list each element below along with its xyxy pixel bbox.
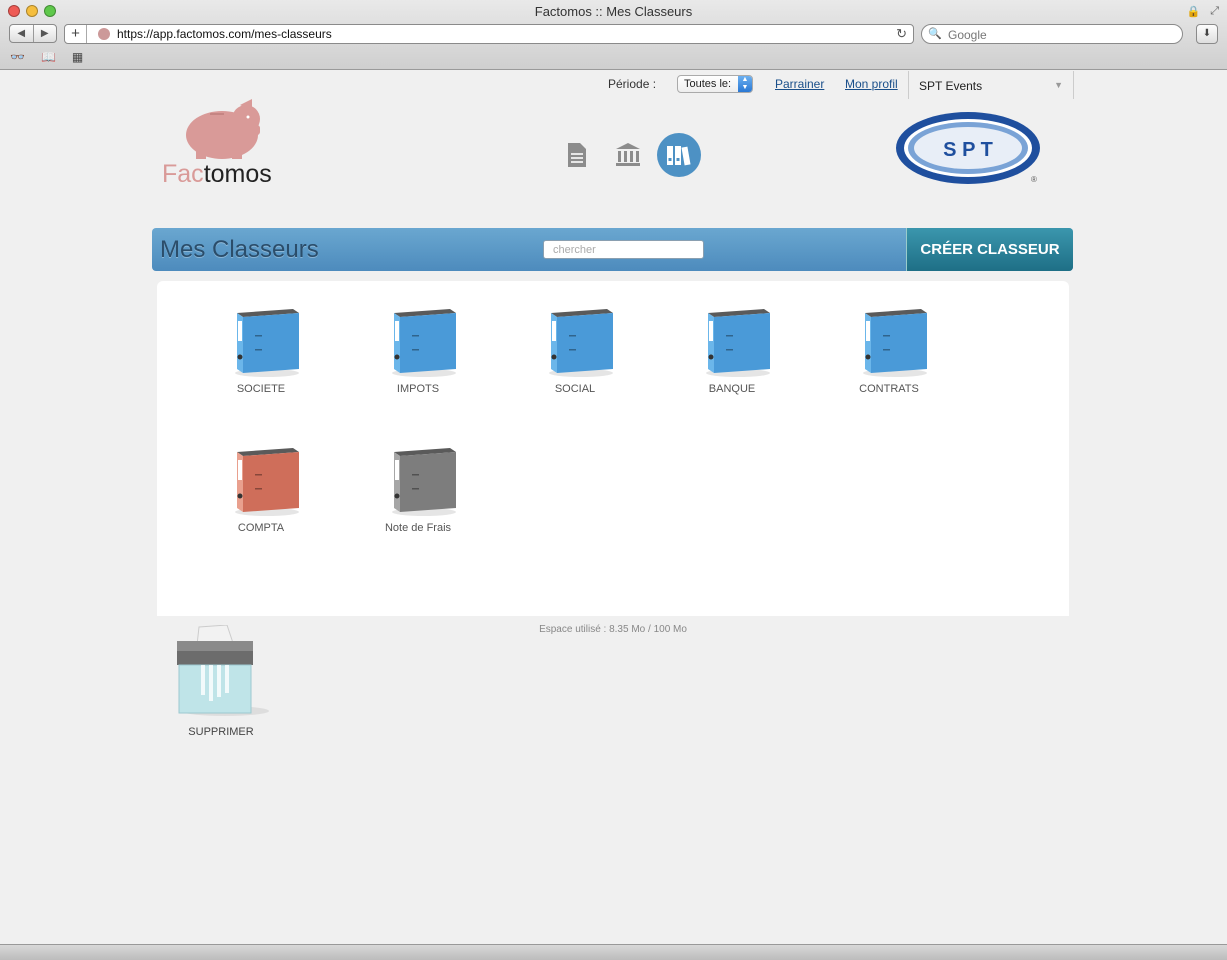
svg-text:®: ® bbox=[1031, 175, 1037, 184]
address-bar[interactable]: + https://app.factomos.com/mes-classeurs… bbox=[64, 24, 914, 44]
favicon-icon bbox=[98, 28, 110, 40]
binder-icon bbox=[235, 309, 299, 377]
fullscreen-icon[interactable]: ⤢ bbox=[1210, 5, 1219, 18]
binders-panel: SOCIETE IMPOTS SOCIAL BANQUE CONTRATS COMPTA N… bbox=[157, 281, 1069, 616]
back-button[interactable]: ◀ bbox=[10, 25, 34, 42]
lock-icon: 🔒 bbox=[1186, 6, 1201, 18]
binder-icon bbox=[706, 309, 770, 377]
company-select[interactable]: SPT Events ▼ bbox=[908, 71, 1074, 99]
create-binder-button[interactable]: CRÉER CLASSEUR bbox=[906, 228, 1073, 271]
page-title: Mes Classeurs bbox=[160, 236, 319, 263]
url-text[interactable]: https://app.factomos.com/mes-classeurs bbox=[117, 27, 332, 41]
binder-label: COMPTA bbox=[237, 522, 285, 534]
period-label: Période : bbox=[608, 77, 657, 91]
binder-item[interactable]: Note de Frais bbox=[368, 446, 468, 534]
delete-shredder[interactable]: SUPPRIMER bbox=[166, 624, 276, 738]
logo-wordmark: Factomos bbox=[162, 160, 272, 188]
profile-link[interactable]: Mon profil bbox=[845, 77, 898, 91]
binder-label: BANQUE bbox=[708, 383, 756, 395]
binder-label: SOCIAL bbox=[554, 383, 596, 395]
downloads-button[interactable]: ⬇ bbox=[1196, 24, 1218, 44]
binder-icon bbox=[235, 448, 299, 516]
invoices-nav-button[interactable] bbox=[555, 133, 599, 177]
bookmarks-icon[interactable]: 📖 bbox=[41, 50, 56, 64]
binder-item[interactable]: BANQUE bbox=[682, 307, 782, 395]
bank-icon bbox=[616, 143, 640, 166]
document-icon bbox=[568, 143, 586, 167]
binder-item[interactable]: SOCIAL bbox=[525, 307, 625, 395]
piggy-bank-icon bbox=[186, 99, 260, 161]
search-input[interactable] bbox=[543, 240, 704, 259]
binder-label: IMPOTS bbox=[396, 383, 440, 395]
shredder-icon bbox=[177, 624, 269, 716]
binder-label: Note de Frais bbox=[384, 522, 452, 534]
binder-icon bbox=[392, 309, 456, 377]
reading-list-icon[interactable]: 👓 bbox=[10, 50, 25, 64]
search-icon: 🔍 bbox=[928, 28, 942, 40]
period-select[interactable]: Toutes le: ▲ ▼ bbox=[677, 75, 753, 93]
binder-icon bbox=[863, 309, 927, 377]
window-title: Factomos :: Mes Classeurs bbox=[534, 4, 693, 19]
binders-icon bbox=[667, 146, 691, 166]
top-sites-icon[interactable]: ▦ bbox=[72, 50, 83, 64]
select-arrows-icon: ▲ ▼ bbox=[738, 76, 752, 92]
binder-item[interactable]: CONTRATS bbox=[839, 307, 939, 395]
binder-item[interactable]: COMPTA bbox=[211, 446, 311, 534]
company-logo: S P T ® bbox=[894, 109, 1044, 194]
browser-status-bar bbox=[0, 944, 1227, 960]
reload-icon[interactable]: ↻ bbox=[896, 26, 907, 42]
back-forward-buttons: ◀ ▶ bbox=[9, 24, 57, 43]
binder-icon bbox=[549, 309, 613, 377]
browser-chrome: Factomos :: Mes Classeurs 🔒 ⤢ ◀ ▶ + http… bbox=[0, 0, 1227, 70]
chevron-down-icon: ▼ bbox=[1054, 80, 1063, 90]
browser-search-field[interactable]: 🔍 Google bbox=[921, 24, 1183, 44]
binder-icon bbox=[392, 448, 456, 516]
parrainer-link[interactable]: Parrainer bbox=[775, 77, 824, 91]
bookmarks-bar: 👓 📖 ▦ bbox=[10, 50, 83, 64]
svg-text:S P T: S P T bbox=[943, 139, 993, 161]
add-bookmark-button[interactable]: + bbox=[65, 25, 87, 43]
binder-item[interactable]: SOCIETE bbox=[211, 307, 311, 395]
binder-label: CONTRATS bbox=[859, 383, 919, 395]
bank-nav-button[interactable] bbox=[606, 133, 650, 177]
binders-nav-button[interactable] bbox=[657, 133, 701, 177]
storage-usage: Espace utilisé : 8.35 Mo / 100 Mo bbox=[539, 624, 687, 635]
forward-button[interactable]: ▶ bbox=[34, 25, 57, 42]
binder-label: SOCIETE bbox=[236, 383, 286, 395]
binders-header: Mes Classeurs CRÉER CLASSEUR bbox=[152, 228, 1073, 271]
binder-item[interactable]: IMPOTS bbox=[368, 307, 468, 395]
